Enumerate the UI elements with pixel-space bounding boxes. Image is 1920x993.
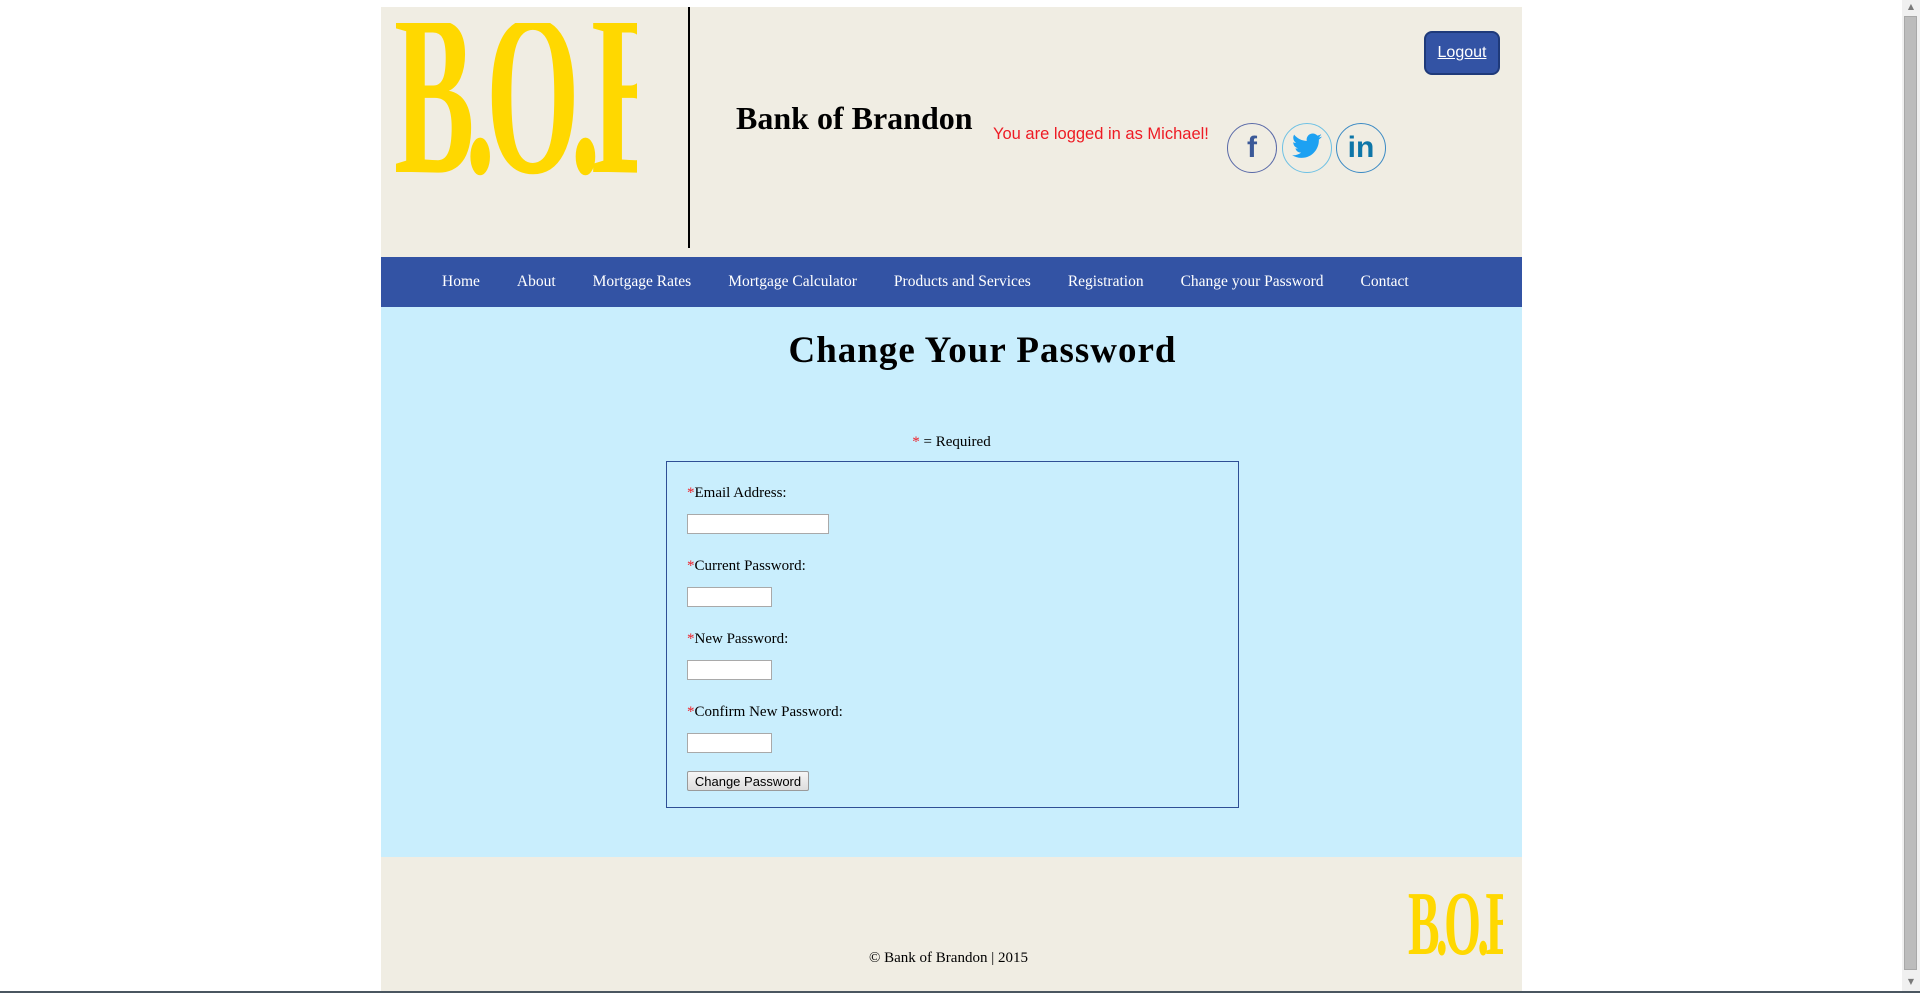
scroll-up-arrow-icon[interactable]: ▲ bbox=[1902, 0, 1920, 14]
confirm-password-label: *Confirm New Password: bbox=[687, 703, 843, 721]
linkedin-icon: in bbox=[1347, 131, 1375, 164]
nav-contact[interactable]: Contact bbox=[1361, 273, 1409, 291]
bob-logo[interactable]: B.O.B bbox=[394, 23, 637, 193]
nav-products-services[interactable]: Products and Services bbox=[894, 273, 1031, 291]
nav-mortgage-calculator[interactable]: Mortgage Calculator bbox=[728, 273, 857, 291]
nav-change-password[interactable]: Change your Password bbox=[1181, 273, 1324, 291]
scroll-down-arrow-icon[interactable]: ▼ bbox=[1902, 975, 1920, 989]
logo-text: B.O.B bbox=[394, 23, 637, 193]
scroll-thumb[interactable] bbox=[1904, 16, 1917, 970]
header-divider bbox=[688, 7, 690, 248]
page-title: Change Your Password bbox=[788, 330, 1177, 371]
confirm-password-field[interactable] bbox=[687, 733, 772, 753]
logout-button[interactable]: Logout bbox=[1424, 31, 1500, 75]
confirm-password-label-text: Confirm New Password: bbox=[694, 704, 843, 720]
required-text: = Required bbox=[919, 434, 991, 450]
main-content: Change Your Password * = Required *Email… bbox=[381, 307, 1522, 857]
main-nav: Home About Mortgage Rates Mortgage Calcu… bbox=[381, 257, 1522, 307]
facebook-link[interactable]: f bbox=[1227, 123, 1277, 173]
required-star: * bbox=[687, 704, 695, 720]
facebook-icon: f bbox=[1247, 131, 1257, 164]
required-star: * bbox=[912, 434, 920, 450]
change-password-button[interactable]: Change Password bbox=[687, 771, 809, 791]
current-password-label-text: Current Password: bbox=[694, 558, 806, 574]
bank-name: Bank of Brandon bbox=[736, 100, 973, 136]
current-password-field[interactable] bbox=[687, 587, 772, 607]
footer-logo-text: B.O.B bbox=[1408, 891, 1503, 958]
twitter-link[interactable] bbox=[1282, 123, 1332, 173]
linkedin-link[interactable]: in bbox=[1336, 123, 1386, 173]
required-star: * bbox=[687, 558, 695, 574]
nav-about[interactable]: About bbox=[517, 273, 556, 291]
new-password-field[interactable] bbox=[687, 660, 772, 680]
site-footer: © Bank of Brandon | 2015 B.O.B bbox=[381, 857, 1522, 992]
copyright-text: © Bank of Brandon | 2015 bbox=[869, 950, 1028, 966]
required-star: * bbox=[687, 485, 695, 501]
nav-mortgage-rates[interactable]: Mortgage Rates bbox=[593, 273, 692, 291]
footer-logo: B.O.B bbox=[1408, 891, 1503, 958]
nav-home[interactable]: Home bbox=[442, 273, 480, 291]
change-password-form: *Email Address: *Current Password: *New … bbox=[666, 461, 1239, 808]
email-label: *Email Address: bbox=[687, 484, 787, 502]
email-field[interactable] bbox=[687, 514, 829, 534]
current-password-label: *Current Password: bbox=[687, 557, 806, 575]
nav-registration[interactable]: Registration bbox=[1068, 273, 1144, 291]
required-note: * = Required bbox=[381, 433, 1522, 451]
email-label-text: Email Address: bbox=[694, 485, 787, 501]
required-star: * bbox=[687, 631, 695, 647]
logged-in-message: You are logged in as Michael! bbox=[993, 125, 1209, 143]
twitter-icon bbox=[1292, 133, 1322, 164]
vertical-scrollbar[interactable]: ▲ ▼ bbox=[1902, 0, 1920, 993]
new-password-label: *New Password: bbox=[687, 630, 788, 648]
new-password-label-text: New Password: bbox=[694, 631, 789, 647]
page-container: B.O.B Bank of Brandon You are logged in … bbox=[381, 7, 1522, 992]
site-header: B.O.B Bank of Brandon You are logged in … bbox=[381, 7, 1522, 257]
